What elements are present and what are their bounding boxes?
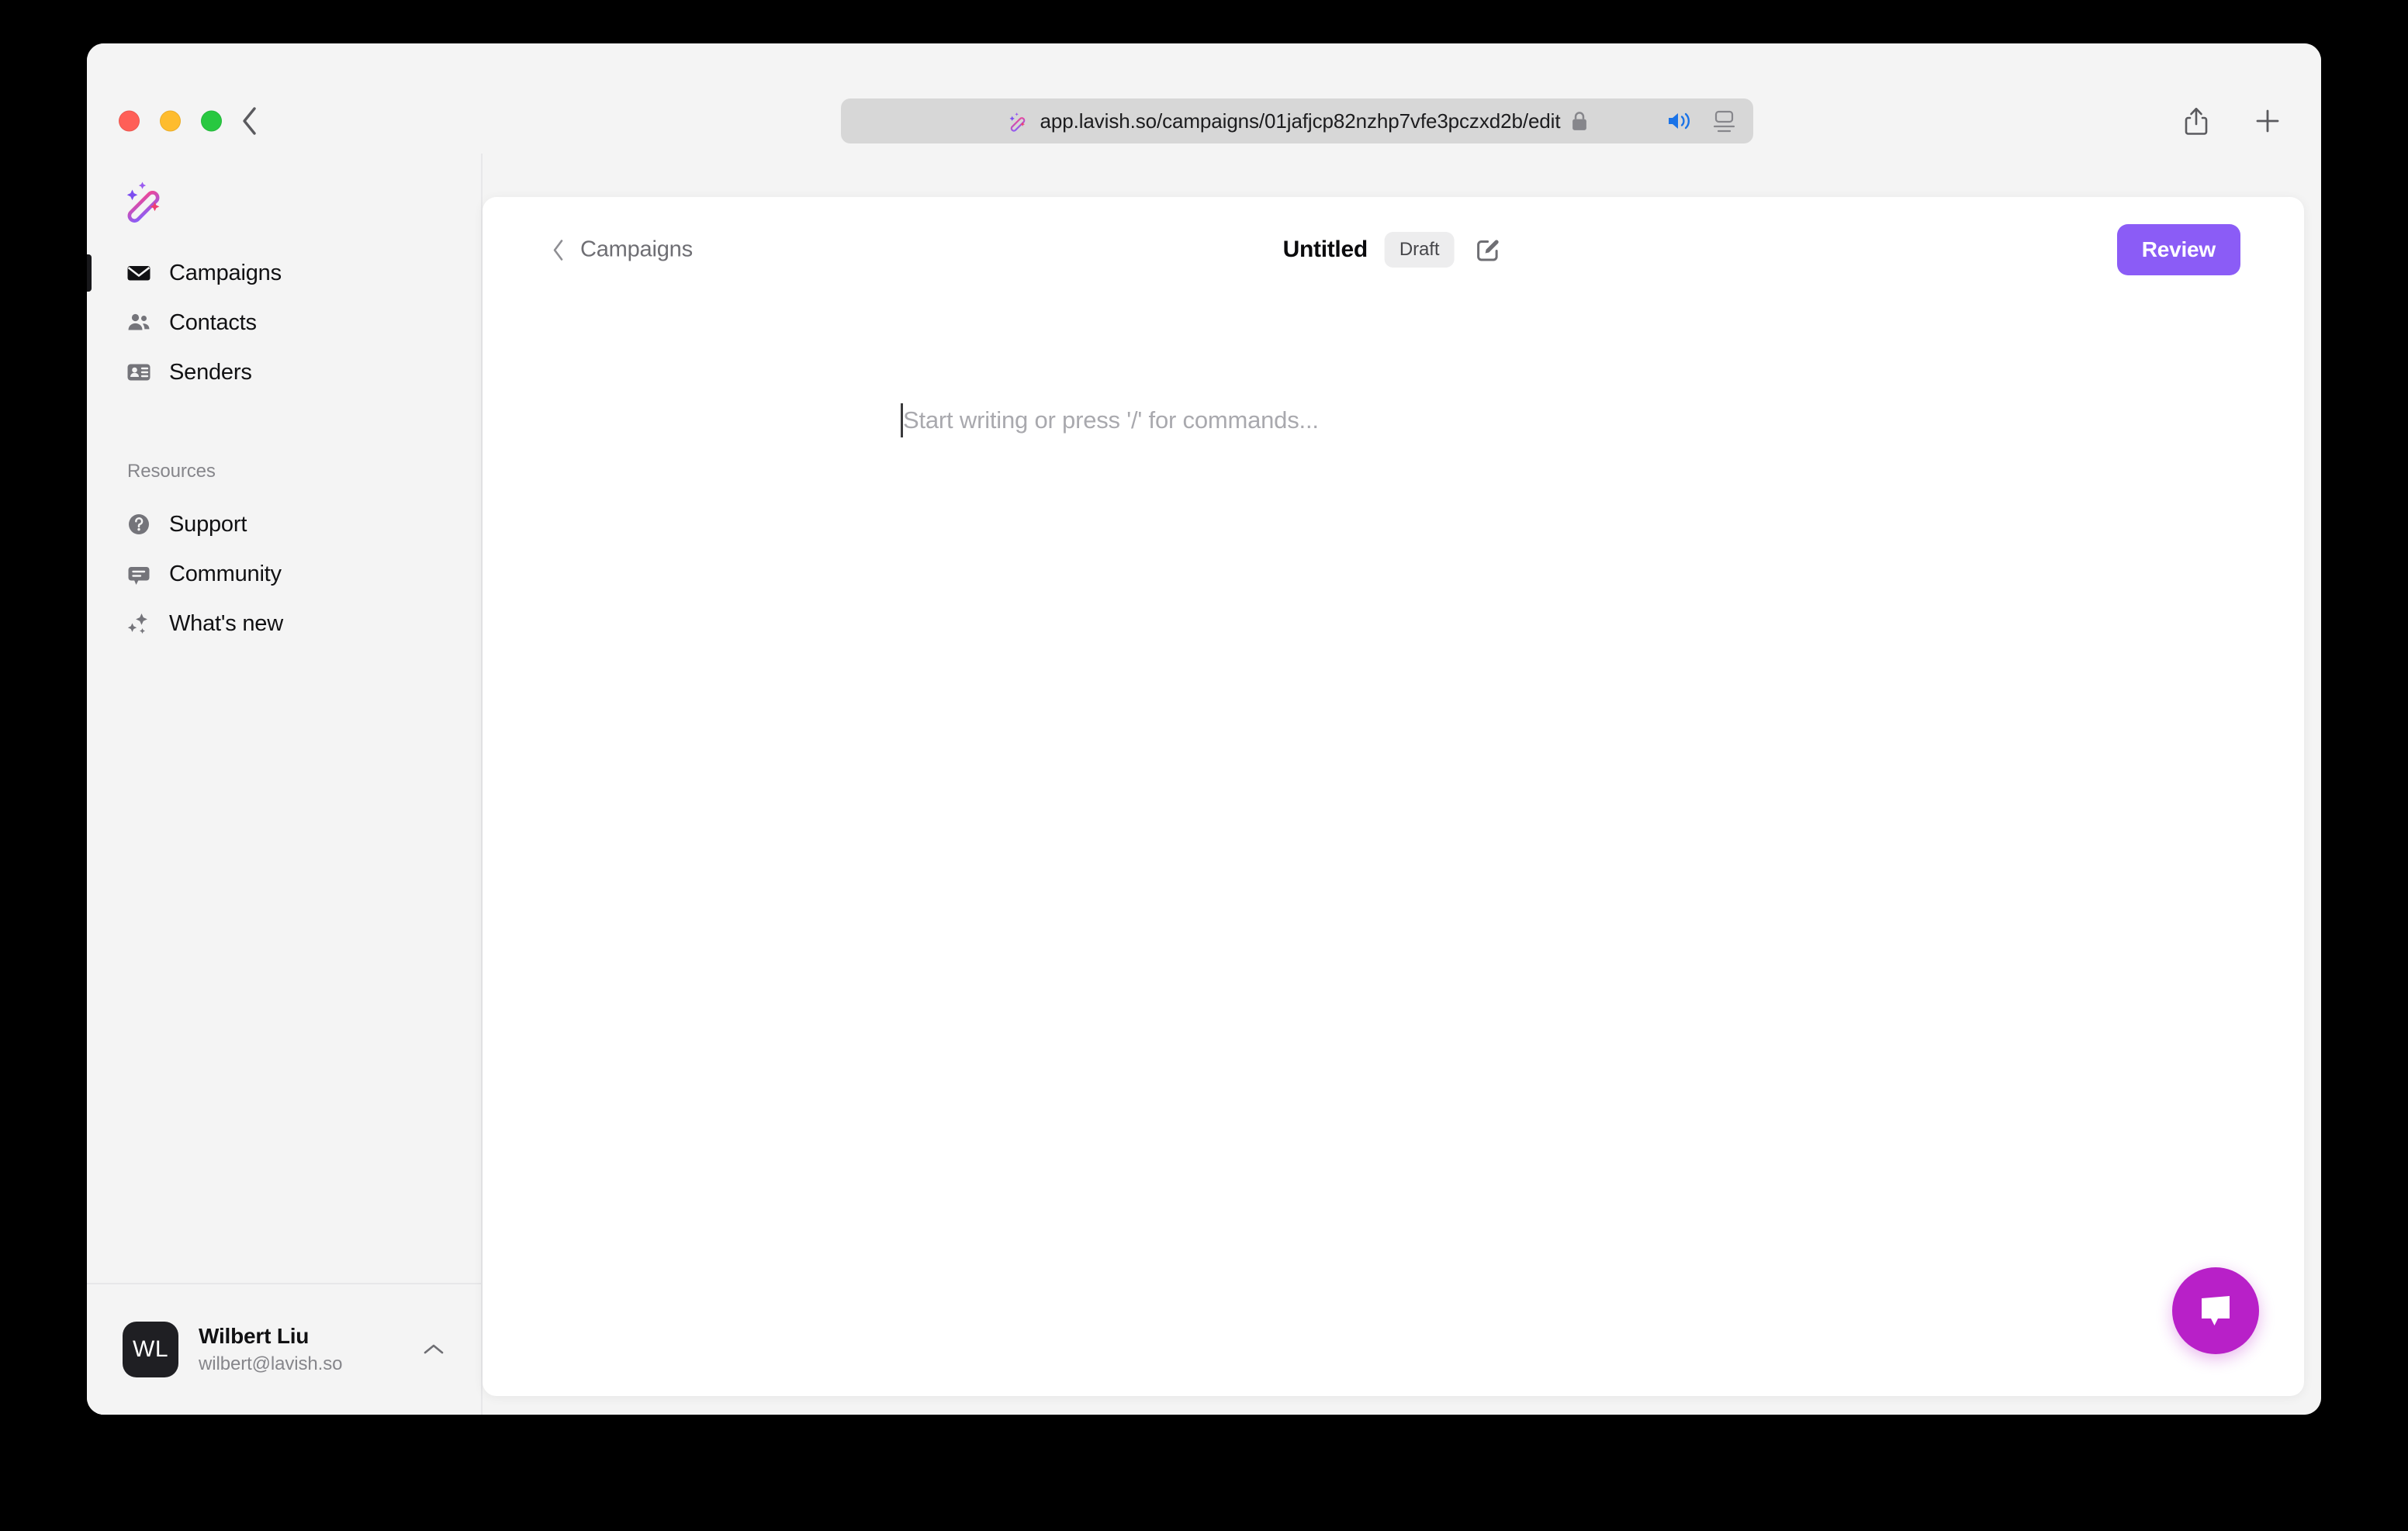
avatar: WL <box>123 1322 178 1377</box>
maximize-window-button[interactable] <box>201 110 222 132</box>
campaign-editor[interactable]: Start writing or press '/' for commands.… <box>483 302 2304 1396</box>
contact-card-icon <box>126 359 152 385</box>
sidebar-item-senders[interactable]: Senders <box>87 347 481 397</box>
page-title: Untitled <box>1282 237 1368 262</box>
address-bar-actions <box>1666 109 1736 133</box>
address-bar-url: app.lavish.so/campaigns/01jafjcp82nzhp7v… <box>1040 109 1561 133</box>
chat-bubble-icon <box>2202 1296 2230 1325</box>
window-controls <box>119 110 222 132</box>
desktop-backdrop: app.lavish.so/campaigns/01jafjcp82nzhp7v… <box>0 0 2408 1531</box>
magic-wand-favicon <box>1009 112 1025 132</box>
editor-first-line[interactable]: Start writing or press '/' for commands.… <box>901 400 2304 441</box>
share-icon <box>2185 107 2208 135</box>
browser-toolbar-actions <box>2178 103 2285 139</box>
chat-bubble-icon <box>126 561 152 587</box>
sidebar-item-campaigns[interactable]: Campaigns <box>87 248 481 298</box>
sidebar-item-contacts[interactable]: Contacts <box>87 298 481 347</box>
sidebar: Campaigns Contacts Senders Resources Sup… <box>87 154 483 1415</box>
breadcrumb-back-to-campaigns[interactable]: Campaigns <box>551 237 693 263</box>
content-header: Campaigns Untitled Draft Review <box>483 197 2304 302</box>
reader-view-icon[interactable] <box>1711 109 1736 133</box>
main-content-panel: Campaigns Untitled Draft Review Start wr… <box>483 197 2304 1396</box>
sparkles-icon <box>126 610 152 637</box>
speaker-playing-icon[interactable] <box>1666 109 1693 133</box>
magic-wand-logo[interactable] <box>119 175 169 225</box>
support-chat-button[interactable] <box>2172 1267 2259 1354</box>
address-bar-content: app.lavish.so/campaigns/01jafjcp82nzhp7v… <box>1006 109 1589 133</box>
app-body: Campaigns Contacts Senders Resources Sup… <box>87 154 2321 1415</box>
close-window-button[interactable] <box>119 110 140 132</box>
address-bar[interactable]: app.lavish.so/campaigns/01jafjcp82nzhp7v… <box>841 98 1753 143</box>
user-name: Wilbert Liu <box>199 1323 310 1348</box>
campaign-title-group: Untitled Draft <box>1283 232 1504 268</box>
sidebar-item-label: Senders <box>169 359 252 385</box>
new-tab-button[interactable] <box>2250 103 2285 139</box>
user-account-menu[interactable]: WL Wilbert Liu wilbert@lavish.so <box>87 1284 481 1415</box>
sidebar-item-community[interactable]: Community <box>87 549 481 599</box>
sidebar-item-label: What's new <box>169 610 283 636</box>
primary-navigation: Campaigns Contacts Senders <box>87 248 481 397</box>
sidebar-item-whats-new[interactable]: What's new <box>87 599 481 648</box>
minimize-window-button[interactable] <box>160 110 181 132</box>
browser-window: app.lavish.so/campaigns/01jafjcp82nzhp7v… <box>87 43 2321 1415</box>
text-caret <box>901 403 903 437</box>
breadcrumb-label: Campaigns <box>580 237 693 262</box>
resources-heading: Resources <box>127 461 216 482</box>
user-email: wilbert@lavish.so <box>199 1353 343 1374</box>
browser-toolbar: app.lavish.so/campaigns/01jafjcp82nzhp7v… <box>87 43 2321 154</box>
chevron-left-icon <box>553 239 563 261</box>
question-circle-icon <box>126 511 152 537</box>
review-button[interactable]: Review <box>2116 224 2240 275</box>
editor-placeholder: Start writing or press '/' for commands.… <box>903 406 1319 434</box>
share-button[interactable] <box>2178 103 2214 139</box>
lock-icon <box>1572 112 1587 130</box>
chevron-up-icon[interactable] <box>420 1336 447 1363</box>
sidebar-item-support[interactable]: Support <box>87 499 481 549</box>
people-icon <box>126 309 152 336</box>
resources-navigation: Resources Support Community What's new <box>87 461 481 648</box>
edit-title-button[interactable] <box>1471 233 1503 266</box>
sidebar-item-label: Community <box>169 561 282 586</box>
envelope-icon <box>126 260 152 286</box>
sidebar-item-label: Contacts <box>169 309 257 335</box>
browser-back-button[interactable] <box>233 104 267 138</box>
chevron-left-icon <box>243 107 256 135</box>
sidebar-item-label: Campaigns <box>169 260 282 285</box>
status-badge: Draft <box>1384 232 1455 268</box>
plus-icon <box>2256 109 2279 133</box>
sidebar-item-label: Support <box>169 511 247 537</box>
pencil-square-icon <box>1476 240 1499 261</box>
user-info: Wilbert Liu wilbert@lavish.so <box>199 1322 400 1377</box>
